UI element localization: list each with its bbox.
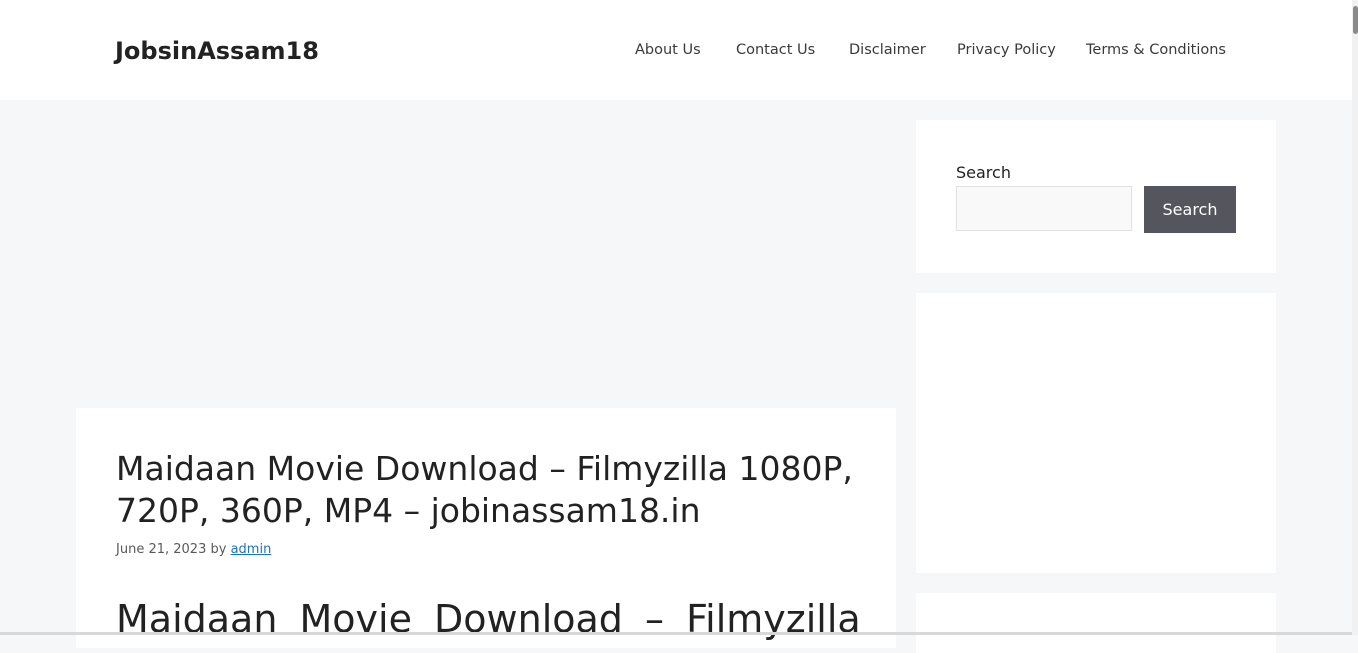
scrollbar-thumb[interactable] [1353, 6, 1358, 34]
nav-privacy-policy[interactable]: Privacy Policy [957, 40, 1056, 60]
search-widget: Search Search [916, 120, 1276, 273]
sidebar-widget [916, 593, 1276, 653]
article: Maidaan Movie Download – Filmyzilla 1080… [76, 408, 896, 648]
main-navigation: About Us Contact Us Disclaimer Privacy P… [0, 0, 1352, 100]
author-link[interactable]: admin [231, 542, 272, 557]
search-label: Search [956, 163, 1011, 182]
sidebar-ad-widget [916, 293, 1276, 573]
content-heading: Maidaan Movie Download – Filmyzilla [116, 597, 861, 641]
article-date: June 21, 2023 [116, 542, 207, 557]
article-title: Maidaan Movie Download – Filmyzilla 1080… [116, 449, 853, 530]
article-meta: June 21, 2023 by admin [116, 542, 271, 557]
nav-disclaimer[interactable]: Disclaimer [849, 40, 926, 60]
search-input[interactable] [956, 186, 1132, 231]
nav-terms-conditions[interactable]: Terms & Conditions [1086, 40, 1226, 60]
ad-area [76, 120, 896, 390]
search-button[interactable]: Search [1144, 186, 1236, 233]
site-header: JobsinAssam18 About Us Contact Us Discla… [0, 0, 1352, 100]
scrollbar-track[interactable] [1352, 0, 1358, 635]
article-by: by [210, 542, 227, 557]
nav-contact-us[interactable]: Contact Us [736, 40, 815, 60]
nav-about-us[interactable]: About Us [635, 40, 701, 60]
